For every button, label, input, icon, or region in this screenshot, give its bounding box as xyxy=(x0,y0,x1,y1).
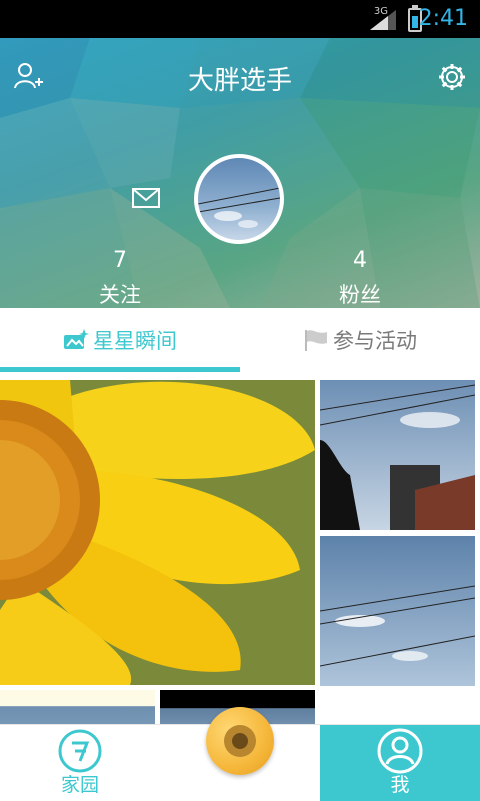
flag-icon xyxy=(305,330,327,351)
followers-label: 粉丝 xyxy=(339,283,381,307)
photo-rooftop-sky[interactable] xyxy=(320,380,475,530)
mail-icon[interactable] xyxy=(132,188,160,208)
photo-sunflower[interactable] xyxy=(0,380,315,685)
followers-count: 4 xyxy=(353,248,367,273)
tab-label-star-moments: 星星瞬间 xyxy=(93,329,177,353)
camera-icon xyxy=(224,725,256,757)
avatar-photo xyxy=(198,187,280,228)
avatar[interactable] xyxy=(194,154,284,244)
following-stat[interactable]: 7 关注 xyxy=(60,248,180,308)
camera-button[interactable] xyxy=(206,707,274,775)
nav-me[interactable]: 我 xyxy=(320,725,480,801)
signal-icon xyxy=(370,10,396,30)
profile-header: 大胖选手 7 关注 4 粉丝 xyxy=(0,38,480,308)
nav-me-label: 我 xyxy=(390,774,410,796)
profile-tabs: 星星瞬间 参与活动 xyxy=(0,308,480,372)
profile-person-icon xyxy=(377,728,423,774)
settings-gear-icon[interactable] xyxy=(437,62,467,92)
nav-home-label: 家园 xyxy=(60,774,99,796)
tab-star-moments[interactable]: 星星瞬间 xyxy=(0,308,240,372)
status-bar: 3G 2:41 xyxy=(0,0,480,38)
tab-label-activities: 参与活动 xyxy=(333,329,417,353)
home-logo-icon xyxy=(58,729,102,773)
followers-stat[interactable]: 4 粉丝 xyxy=(300,248,420,308)
following-label: 关注 xyxy=(99,283,141,307)
photo-bottom-left[interactable] xyxy=(0,690,155,724)
tab-activities[interactable]: 参与活动 xyxy=(240,308,480,372)
photo-sky-wires[interactable] xyxy=(320,536,475,686)
sparkle-photo-icon xyxy=(64,329,89,349)
active-tab-indicator xyxy=(0,367,240,372)
photo-grid xyxy=(0,378,480,724)
page-title: 大胖选手 xyxy=(187,66,292,96)
nav-home[interactable]: 家园 xyxy=(0,725,160,801)
following-count: 7 xyxy=(113,248,127,273)
status-time: 2:41 xyxy=(418,6,468,31)
